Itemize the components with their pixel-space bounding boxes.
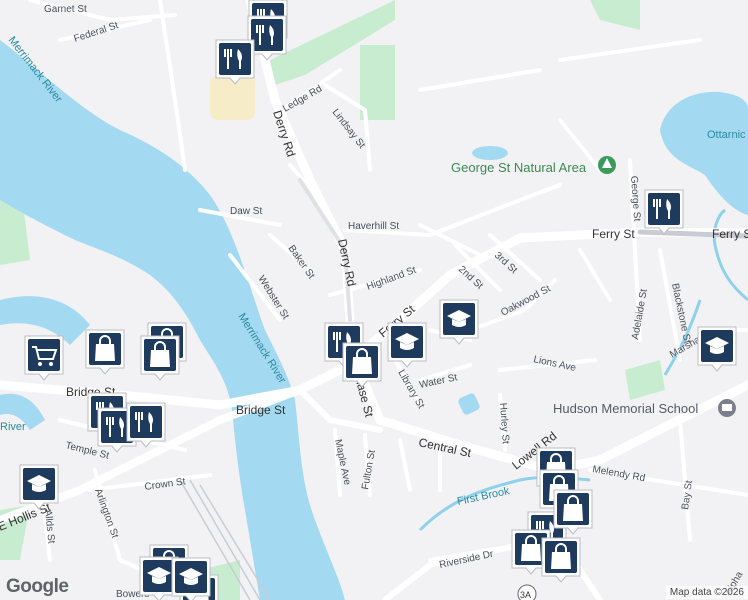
school-marker[interactable] [439, 299, 479, 345]
svg-text:George St Natural Area: George St Natural Area [451, 160, 587, 175]
river-label-edge: River [0, 421, 26, 433]
svg-text:Hudson Memorial School: Hudson Memorial School [553, 401, 698, 416]
pond-label: Ottarnic [707, 129, 746, 141]
shopping-bag-marker[interactable] [553, 489, 593, 535]
street-label: Daw St [230, 206, 262, 217]
google-logo: Google [6, 576, 69, 597]
shopping-bag-marker[interactable] [541, 537, 581, 583]
shopping-bag-marker[interactable] [140, 335, 180, 381]
shopping-bag-marker[interactable] [342, 342, 382, 388]
school-marker[interactable] [19, 464, 59, 510]
map-attribution[interactable]: Map data ©2026 [665, 586, 748, 599]
shopping-cart-marker[interactable] [24, 335, 64, 381]
restaurant-marker[interactable] [215, 39, 255, 85]
restaurant-marker[interactable] [644, 189, 684, 235]
street-label: Haverhill St [348, 221, 399, 232]
street-label: Ferry St [592, 227, 635, 241]
route-shield-3a: 3A [517, 584, 537, 600]
shopping-bag-marker[interactable] [85, 329, 125, 375]
street-label: Ferry St [712, 227, 748, 241]
school-marker[interactable] [387, 322, 427, 368]
svg-text:3A: 3A [520, 590, 531, 600]
street-label: Bridge St [236, 403, 286, 417]
school-marker[interactable] [697, 326, 737, 372]
street-label: Garnet St [44, 4, 87, 15]
map-canvas[interactable]: Merrimack River Merrimack River River Ot… [0, 0, 748, 600]
school-marker[interactable] [171, 557, 211, 600]
restaurant-marker[interactable] [126, 402, 166, 448]
